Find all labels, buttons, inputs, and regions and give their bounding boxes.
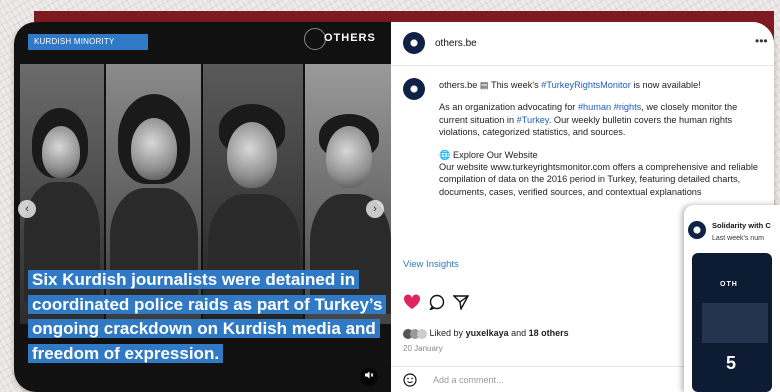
more-icon[interactable]: ••• [755,34,768,48]
post-header: others.be ••• [391,22,774,66]
likes-line: Liked by yuxelkaya and 18 others [403,328,569,339]
emoji-icon[interactable] [403,373,417,392]
caption-username[interactable]: others.be [439,80,477,90]
caption-text-end: is now available! [633,80,701,90]
likes-count[interactable]: 18 others [529,328,569,338]
caption-text: This week's [490,80,539,90]
caption-para1-text: As an organization advocating for [439,102,576,113]
comment-icon[interactable] [428,294,445,315]
mute-icon[interactable] [360,368,378,386]
hashtag-link[interactable]: #human [578,102,611,112]
brand-name: OTHERS [324,32,376,44]
likes-and: and [511,328,527,338]
likes-prefix: Liked by [429,328,464,338]
category-tag: KURDISH MINORITY [28,34,148,50]
portrait-1 [42,126,80,178]
view-insights-link[interactable]: View Insights [403,259,459,270]
globe-icon: 🌐 [439,149,451,160]
second-post-brand: OTH [720,281,738,288]
portrait-2 [131,118,177,180]
account-avatar[interactable] [403,32,425,54]
comment-input[interactable]: Add a comment... [433,375,504,385]
explore-heading: Explore Our Website [453,149,538,160]
liker-avatars[interactable] [403,328,427,339]
heart-icon[interactable] [403,294,421,315]
caption-para2-text: Our website www.turkeyrightsmonitor.com … [439,162,758,197]
second-post-number: 5 [726,353,737,373]
second-post-text: Last week's num [712,235,764,242]
hashtag-link[interactable]: #rights [614,102,642,112]
second-post-card[interactable]: Solidarity with C Last week's num OTH 5 [684,205,780,392]
hashtag-link[interactable]: #Turkey [517,115,549,125]
share-icon[interactable] [452,294,470,315]
portrait-3 [227,122,277,188]
caption-avatar[interactable] [403,78,425,100]
carousel-next-button[interactable]: › [366,200,384,218]
post-caption: others.be ▤ This week's #TurkeyRightsMon… [439,79,759,198]
hashtag-link[interactable]: #TurkeyRightsMonitor [541,80,631,90]
account-username[interactable]: others.be [435,38,477,49]
post-date: 20 January [403,344,443,353]
brand-logo-icon [304,28,326,50]
post-media[interactable]: KURDISH MINORITY OTHERS ‹ › Six Kurdish … [14,22,391,392]
portrait-4 [326,126,372,188]
second-post-media[interactable]: OTH 5 [692,253,772,392]
instagram-post-card: KURDISH MINORITY OTHERS ‹ › Six Kurdish … [14,22,774,392]
media-headline: Six Kurdish journalists were detained in… [28,268,388,366]
carousel-prev-button[interactable]: ‹ [18,200,36,218]
newspaper-icon: ▤ [479,80,489,90]
second-post-photo [702,303,768,343]
second-post-avatar[interactable] [688,221,706,239]
second-post-title: Solidarity with C [712,221,771,230]
liked-by-user[interactable]: yuxelkaya [466,328,509,338]
